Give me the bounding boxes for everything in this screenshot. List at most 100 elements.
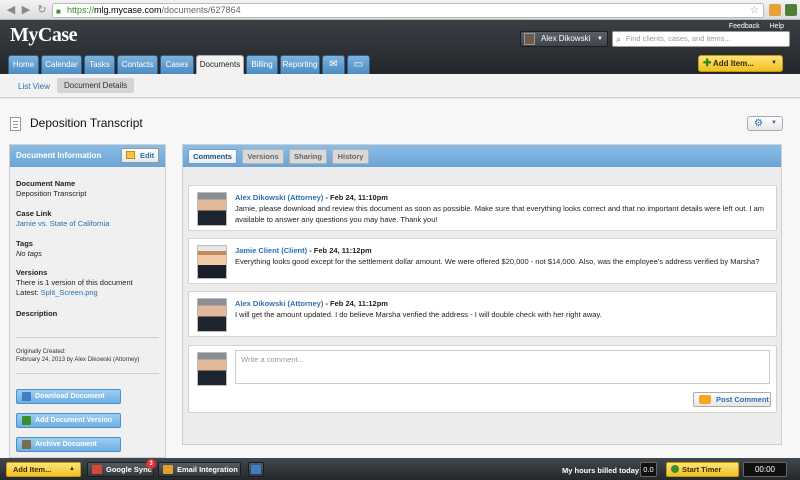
download-document-button[interactable]: Download Document bbox=[16, 389, 121, 404]
comment-author[interactable]: Alex Dikowski (Attorney) bbox=[235, 193, 323, 202]
reload-icon[interactable]: ↻ bbox=[35, 3, 49, 17]
field-value: There is 1 version of this document bbox=[16, 278, 133, 287]
field-label: Document Name bbox=[16, 179, 76, 188]
tab-contacts[interactable]: Contacts bbox=[117, 55, 158, 74]
comment-date: - Feb 24, 11:10pm bbox=[323, 193, 388, 202]
email-integration-button[interactable]: Email Integration bbox=[158, 462, 241, 477]
document-name-field: Document Name Deposition Transcript bbox=[16, 179, 86, 198]
menu-icon[interactable] bbox=[785, 4, 797, 16]
add-item-button[interactable]: Add Item... ▲ bbox=[6, 462, 81, 477]
search-placeholder: Find clients, cases, and items... bbox=[626, 34, 731, 43]
forward-icon[interactable]: ▶ bbox=[19, 3, 33, 17]
tab-mail-icon[interactable]: ✉ bbox=[322, 55, 345, 74]
start-timer-button[interactable]: Start Timer bbox=[666, 462, 739, 477]
chevron-down-icon: ▼ bbox=[597, 36, 603, 42]
user-menu[interactable]: Alex Dikowski ▼ bbox=[520, 31, 608, 47]
notification-badge: 3 bbox=[146, 459, 156, 469]
button-label: Download Document bbox=[35, 393, 105, 400]
versions-field: Versions There is 1 version of this docu… bbox=[16, 268, 133, 297]
post-comment-button[interactable]: Post Comment bbox=[693, 392, 771, 407]
description-field: Description bbox=[16, 309, 57, 318]
avatar bbox=[524, 33, 535, 45]
comment-input[interactable]: Write a comment... bbox=[235, 350, 770, 384]
tab-documents[interactable]: Documents bbox=[196, 55, 244, 75]
settings-menu-button[interactable]: ⚙ ▼ bbox=[747, 116, 783, 131]
browser-toolbar: ◀ ▶ ↻ ■ https://mlg.mycase.com/documents… bbox=[0, 0, 800, 20]
mycase-logo[interactable]: MyCase bbox=[10, 24, 77, 47]
field-label: Versions bbox=[16, 268, 48, 277]
back-icon[interactable]: ◀ bbox=[4, 3, 18, 17]
tab-reporting[interactable]: Reporting bbox=[280, 55, 320, 74]
comment-body: Alex Dikowski (Attorney) - Feb 24, 11:12… bbox=[235, 298, 770, 320]
add-item-label: Add Item... bbox=[13, 465, 52, 474]
panel-header: Document Information Edit bbox=[10, 145, 165, 167]
chevron-up-icon: ▲ bbox=[69, 466, 75, 472]
url-path: /documents/627864 bbox=[161, 5, 241, 15]
document-info-panel: Document Information Edit Document Name … bbox=[9, 144, 166, 458]
plus-icon: ✚ bbox=[703, 58, 712, 69]
comment-author[interactable]: Alex Dikowski (Attorney) bbox=[235, 299, 323, 308]
sub-nav: List View Document Details bbox=[0, 74, 800, 98]
comment-date: - Feb 24, 11:12pm bbox=[323, 299, 388, 308]
help-center-button[interactable] bbox=[248, 462, 264, 477]
add-document-version-button[interactable]: Add Document Version bbox=[16, 413, 121, 428]
created-info: Originally Created: February 24, 2013 by… bbox=[16, 348, 139, 364]
address-bar[interactable]: ■ https://mlg.mycase.com/documents/62786… bbox=[52, 3, 764, 18]
case-link-field: Case Link Jamie vs. State of California bbox=[16, 209, 109, 228]
field-label: Description bbox=[16, 309, 58, 318]
extension-icon[interactable] bbox=[769, 4, 781, 16]
divider bbox=[16, 337, 159, 338]
tab-versions[interactable]: Versions bbox=[242, 149, 284, 164]
search-input[interactable]: ⌕ Find clients, cases, and items... bbox=[612, 31, 790, 47]
chevron-down-icon: ▼ bbox=[771, 120, 777, 126]
edit-icon bbox=[126, 151, 135, 159]
url-host: mlg.mycase.com bbox=[94, 5, 162, 15]
tab-comments[interactable]: Comments bbox=[188, 149, 237, 164]
bookmark-star-icon[interactable]: ☆ bbox=[750, 4, 759, 17]
comment-item: Alex Dikowski (Attorney) - Feb 24, 11:12… bbox=[188, 291, 777, 337]
edit-button[interactable]: Edit bbox=[121, 148, 159, 163]
archive-document-button[interactable]: Archive Document bbox=[16, 437, 121, 452]
google-icon bbox=[92, 465, 102, 474]
list-view-link[interactable]: List View bbox=[18, 82, 50, 91]
button-label: Google Sync bbox=[106, 465, 152, 474]
tab-chat-icon[interactable]: ▭ bbox=[347, 55, 370, 74]
case-link[interactable]: Jamie vs. State of California bbox=[16, 219, 109, 228]
add-icon bbox=[22, 416, 31, 425]
panel-tabs: Comments Versions Sharing History bbox=[183, 145, 781, 167]
timer-display: 00:00 bbox=[743, 462, 787, 477]
comment-item: Alex Dikowski (Attorney) - Feb 24, 11:10… bbox=[188, 185, 777, 231]
email-icon bbox=[163, 465, 173, 474]
comment-icon bbox=[699, 395, 711, 404]
hours-billed-value: 0.0 bbox=[640, 462, 657, 477]
document-details-tab[interactable]: Document Details bbox=[57, 78, 135, 93]
feedback-link[interactable]: Feedback bbox=[729, 23, 760, 30]
field-value: Deposition Transcript bbox=[16, 189, 87, 198]
lock-icon: ■ bbox=[56, 7, 61, 16]
divider bbox=[16, 373, 159, 374]
help-link[interactable]: Help bbox=[770, 23, 784, 30]
google-sync-button[interactable]: Google Sync bbox=[87, 462, 154, 477]
tab-calendar[interactable]: Calendar bbox=[41, 55, 82, 74]
comment-item: Jamie Client (Client) - Feb 24, 11:12pm … bbox=[188, 238, 777, 284]
tab-tasks[interactable]: Tasks bbox=[84, 55, 115, 74]
panel-title: Document Information bbox=[16, 151, 102, 160]
avatar bbox=[197, 298, 227, 332]
avatar bbox=[197, 192, 227, 226]
tab-billing[interactable]: Billing bbox=[246, 55, 278, 74]
gear-icon: ⚙ bbox=[754, 118, 763, 129]
tab-sharing[interactable]: Sharing bbox=[289, 149, 327, 164]
download-icon bbox=[22, 392, 31, 401]
button-label: Archive Document bbox=[35, 441, 97, 448]
bottom-toolbar: Add Item... ▲ Google Sync 3 Email Integr… bbox=[0, 458, 800, 480]
tab-home[interactable]: Home bbox=[8, 55, 39, 74]
tab-cases[interactable]: Cases bbox=[160, 55, 194, 74]
tab-history[interactable]: History bbox=[332, 149, 369, 164]
add-item-button[interactable]: ✚ Add Item... ▼ bbox=[698, 55, 783, 72]
avatar bbox=[197, 352, 227, 386]
latest-version-link[interactable]: Split_Screen.png bbox=[41, 288, 98, 297]
button-label: Post Comment bbox=[716, 395, 769, 404]
comment-date: - Feb 24, 11:12pm bbox=[307, 246, 372, 255]
comment-author[interactable]: Jamie Client (Client) bbox=[235, 246, 307, 255]
edit-label: Edit bbox=[140, 151, 155, 160]
